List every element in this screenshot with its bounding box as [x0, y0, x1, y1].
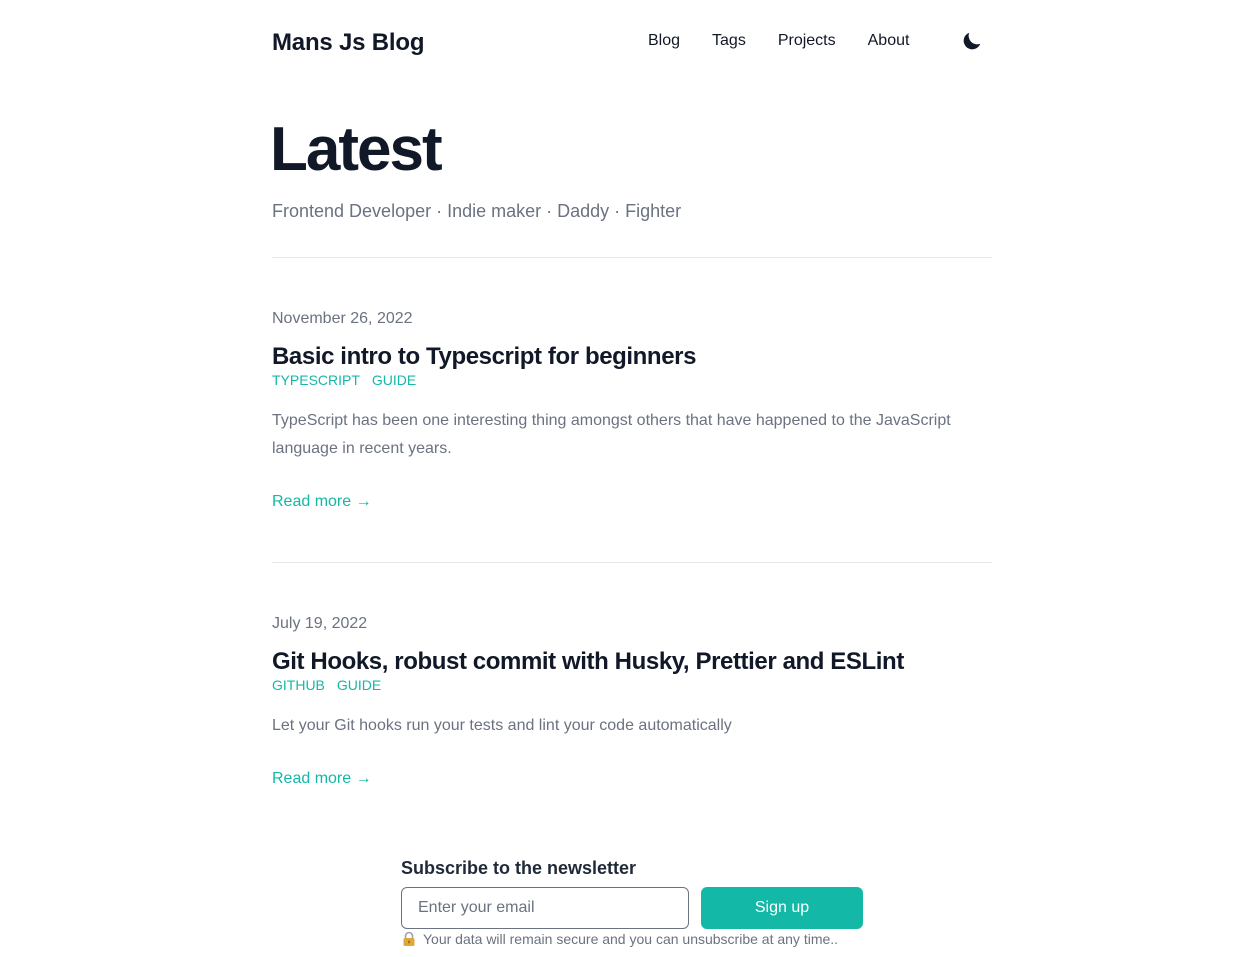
newsletter-title: Subscribe to the newsletter: [401, 858, 637, 878]
lock-icon: [401, 931, 417, 947]
site-title[interactable]: Mans Js Blog: [272, 29, 425, 57]
email-input[interactable]: [401, 887, 689, 929]
read-more-link[interactable]: Read more →: [272, 769, 372, 789]
page: Mans Js Blog Blog Tags Projects About La…: [0, 0, 1257, 957]
post-tags: typescript guide: [272, 371, 428, 389]
nav-blog[interactable]: Blog: [648, 31, 680, 51]
main-nav: Blog Tags Projects About: [648, 31, 909, 51]
moon-icon: [960, 29, 984, 53]
post-date: November 26, 2022: [272, 310, 413, 327]
theme-toggle-button[interactable]: [960, 29, 984, 53]
divider: [272, 257, 992, 258]
tag-link[interactable]: github: [272, 676, 325, 694]
privacy-text: Your data will remain secure and you can…: [423, 931, 839, 947]
nav-projects[interactable]: Projects: [778, 31, 836, 51]
post-item: July 19, 2022 Git Hooks, robust commit w…: [272, 614, 992, 804]
post-date: July 19, 2022: [272, 615, 368, 632]
post-summary: TypeScript has been one interesting thin…: [272, 412, 951, 457]
nav-about[interactable]: About: [868, 31, 910, 51]
post-title[interactable]: Git Hooks, robust commit with Husky, Pre…: [272, 646, 904, 678]
post-item: November 26, 2022 Basic intro to Typescr…: [272, 309, 992, 519]
tag-link[interactable]: typescript: [272, 371, 360, 389]
tag-link[interactable]: guide: [337, 676, 381, 694]
signup-button[interactable]: Sign up: [701, 887, 863, 929]
post-title[interactable]: Basic intro to Typescript for beginners: [272, 341, 696, 373]
page-title: Latest: [270, 115, 443, 184]
divider: [272, 562, 992, 563]
privacy-note: Your data will remain secure and you can…: [401, 930, 838, 948]
page-subtitle: Frontend Developer · Indie maker · Daddy…: [272, 201, 682, 221]
post-summary: Let your Git hooks run your tests and li…: [272, 717, 732, 734]
read-more-link[interactable]: Read more →: [272, 492, 372, 512]
nav-tags[interactable]: Tags: [712, 31, 746, 51]
post-tags: github guide: [272, 676, 393, 694]
tag-link[interactable]: guide: [372, 371, 416, 389]
